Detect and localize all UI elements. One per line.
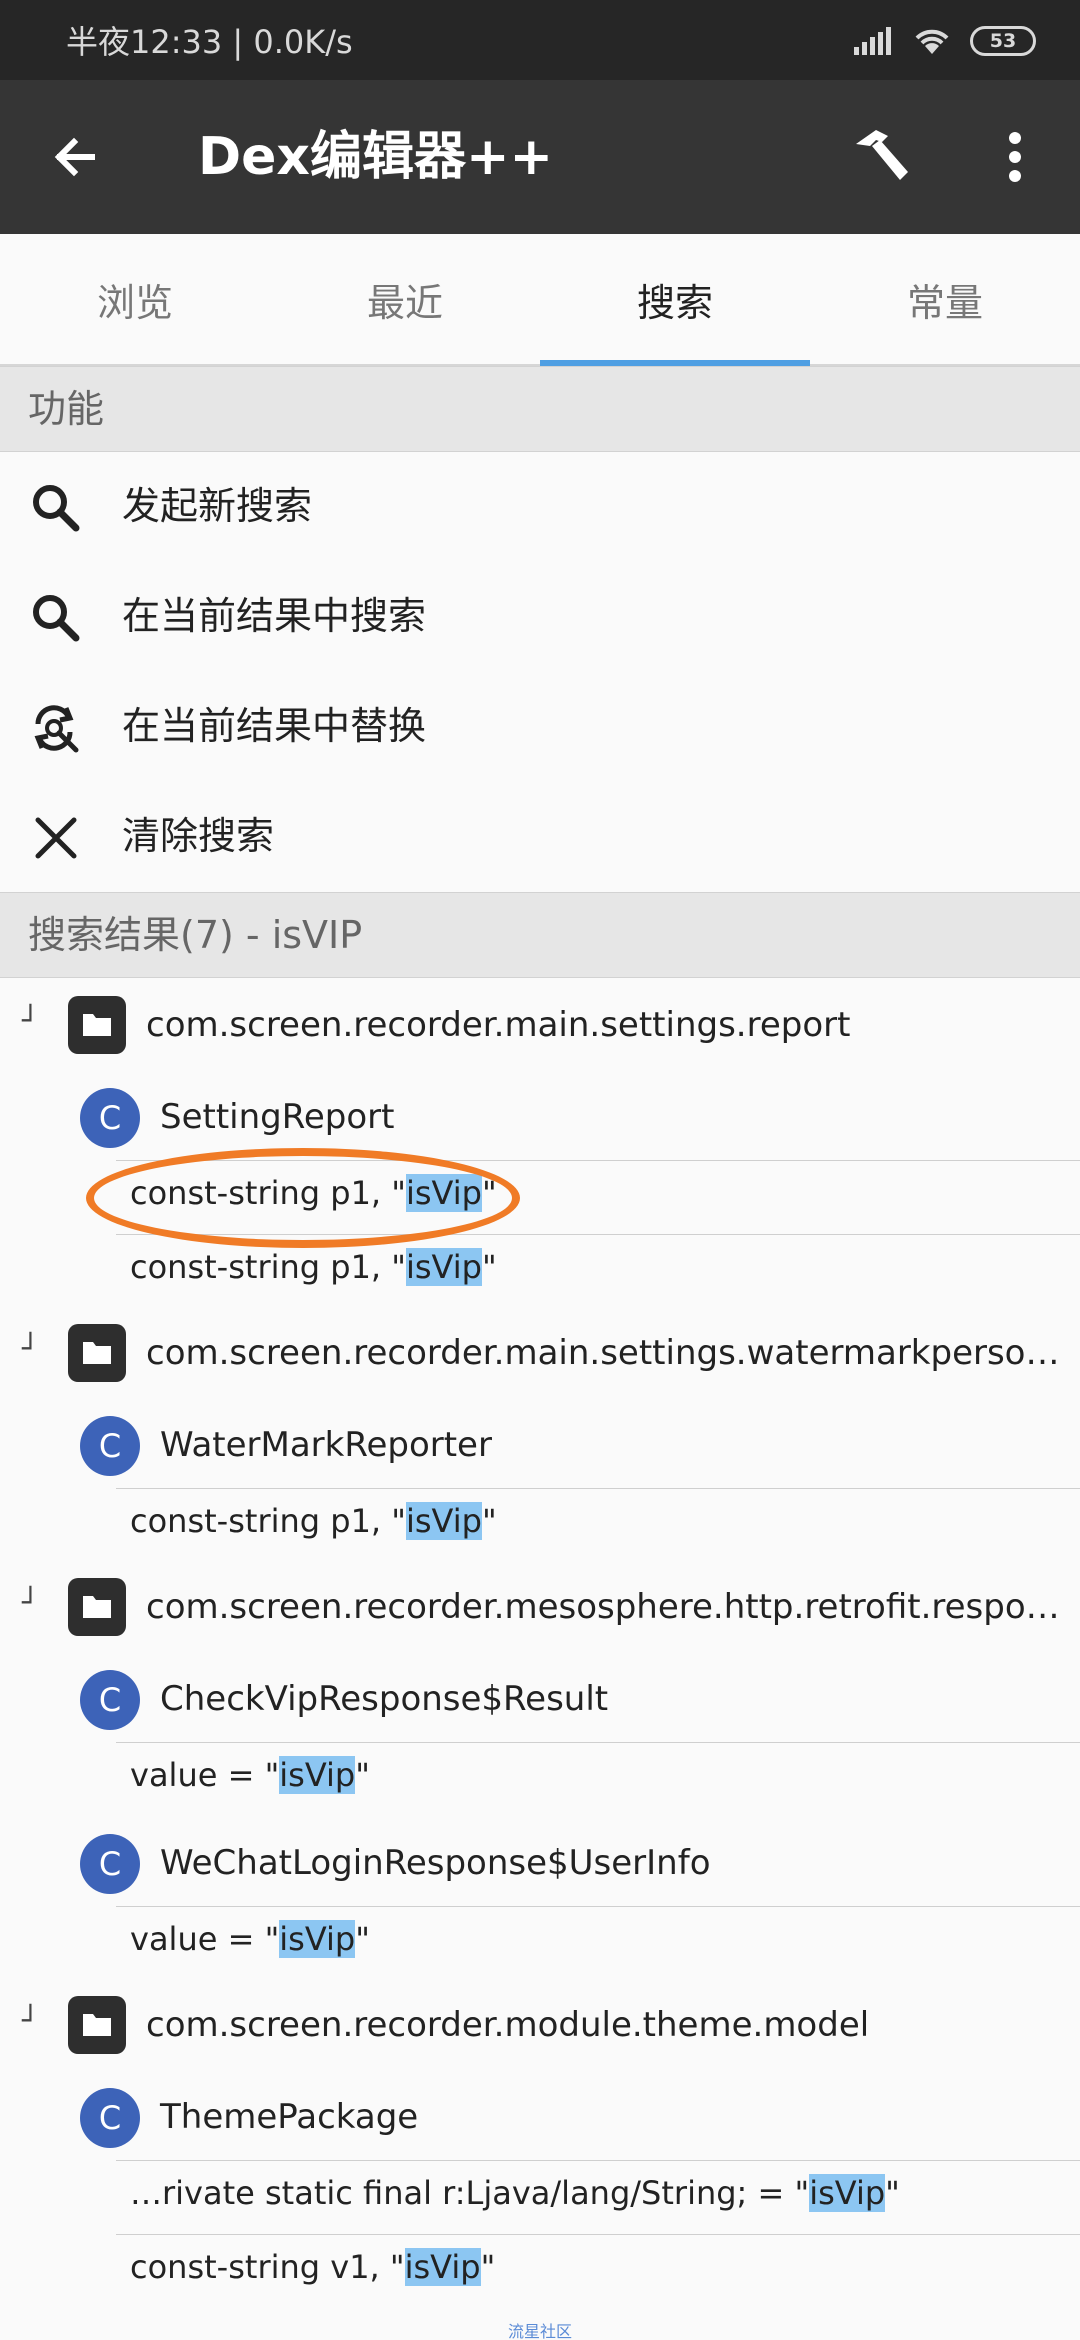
collapse-icon[interactable]: ┘ [22,2004,44,2037]
collapse-icon[interactable]: ┘ [22,1004,44,1037]
more-vert-icon [1009,132,1021,182]
app-title: Dex编辑器++ [198,127,554,187]
class-name: WeChatLoginResponse$UserInfo [160,1843,711,1883]
class-name: ThemePackage [160,2097,419,2137]
folder-icon [68,996,126,1054]
search-in-results-label: 在当前结果中搜索 [122,594,427,638]
class-badge: C [80,1834,140,1894]
folder-icon [68,1996,126,2054]
tab-bar: 浏览 最近 搜索 常量 [0,234,1080,366]
status-time: 半夜12:33 | 0.0K/s [66,23,353,61]
clear-search-action[interactable]: 清除搜索 [0,782,1080,892]
signal-icon [854,27,891,55]
match-highlight: isVip [809,2174,886,2212]
package-name: com.screen.recorder.mesosphere.http.retr… [146,1587,1076,1627]
class-name: SettingReport [160,1097,395,1137]
class-row[interactable]: C WaterMarkReporter [0,1398,1080,1488]
result-text: const-string v1, "isVip" [130,2248,496,2286]
folder-icon [68,1324,126,1382]
package-row[interactable]: ┘ com.screen.recorder.module.theme.model [0,1980,1080,2070]
result-line[interactable]: const-string v1, "isVip" [116,2234,1080,2306]
result-text: …rivate static final r:Ljava/lang/String… [130,2174,900,2212]
match-highlight: isVip [405,1248,482,1286]
close-icon [35,817,77,859]
status-bar: 半夜12:33 | 0.0K/s 53 [0,0,1080,80]
class-row[interactable]: C WeChatLoginResponse$UserInfo [0,1816,1080,1906]
more-options-button[interactable] [980,122,1050,192]
search-icon [33,595,80,642]
result-line[interactable]: …rivate static final r:Ljava/lang/String… [116,2160,1080,2232]
replace-in-results-action[interactable]: 在当前结果中替换 [0,672,1080,782]
arrow-left-icon [54,137,95,177]
new-search-label: 发起新搜索 [122,484,313,528]
search-in-results-action[interactable]: 在当前结果中搜索 [0,562,1080,672]
build-button[interactable] [846,122,916,192]
package-name: com.screen.recorder.main.settings.waterm… [146,1333,1076,1373]
results-section-header: 搜索结果(7) - isVIP [0,892,1080,978]
folder-icon [68,1578,126,1636]
package-name: com.screen.recorder.main.settings.report [146,1005,851,1045]
match-highlight: isVip [405,1502,482,1540]
class-name: CheckVipResponse$Result [160,1679,609,1719]
collapse-icon[interactable]: ┘ [22,1586,44,1619]
search-icon [33,485,80,532]
tab-search[interactable]: 搜索 [540,234,810,366]
result-text: value = "isVip" [130,1756,370,1794]
watermark: 流星社区 [508,2322,573,2340]
package-name: com.screen.recorder.module.theme.model [146,2005,870,2045]
new-search-action[interactable]: 发起新搜索 [0,452,1080,562]
replace-icon [34,705,79,753]
collapse-icon[interactable]: ┘ [22,1332,44,1365]
result-line[interactable]: value = "isVip" [116,1906,1080,1978]
result-text: const-string p1, "isVip" [130,1502,497,1540]
class-badge: C [80,2088,140,2148]
result-text: value = "isVip" [130,1920,370,1958]
class-row[interactable]: C CheckVipResponse$Result [0,1652,1080,1742]
match-highlight: isVip [279,1920,356,1958]
app-bar: Dex编辑器++ [0,80,1080,234]
back-button[interactable] [42,122,112,192]
class-badge: C [80,1670,140,1730]
annotation-circle [86,1148,520,1248]
result-line[interactable]: value = "isVip" [116,1742,1080,1814]
result-line[interactable]: const-string p1, "isVip" [116,1488,1080,1560]
battery-indicator: 53 [970,26,1036,56]
status-icons: 53 [854,26,1036,56]
tab-constants[interactable]: 常量 [810,234,1080,364]
class-badge: C [80,1416,140,1476]
result-text: const-string p1, "isVip" [130,1248,497,1286]
match-highlight: isVip [279,1756,356,1794]
hammer-icon [856,130,908,180]
class-row[interactable]: C SettingReport [0,1070,1080,1160]
class-badge: C [80,1088,140,1148]
class-name: WaterMarkReporter [160,1425,492,1465]
package-row[interactable]: ┘ com.screen.recorder.main.settings.repo… [0,980,1080,1070]
functions-section-header: 功能 [0,366,1080,452]
tab-browse[interactable]: 浏览 [0,234,270,364]
wifi-icon [915,29,949,54]
match-highlight: isVip [404,2248,481,2286]
replace-in-results-label: 在当前结果中替换 [122,704,427,748]
clear-search-label: 清除搜索 [122,814,275,858]
class-row[interactable]: C ThemePackage [0,2070,1080,2160]
package-row[interactable]: ┘ com.screen.recorder.main.settings.wate… [0,1308,1080,1398]
tab-recent[interactable]: 最近 [270,234,540,364]
package-row[interactable]: ┘ com.screen.recorder.mesosphere.http.re… [0,1562,1080,1652]
